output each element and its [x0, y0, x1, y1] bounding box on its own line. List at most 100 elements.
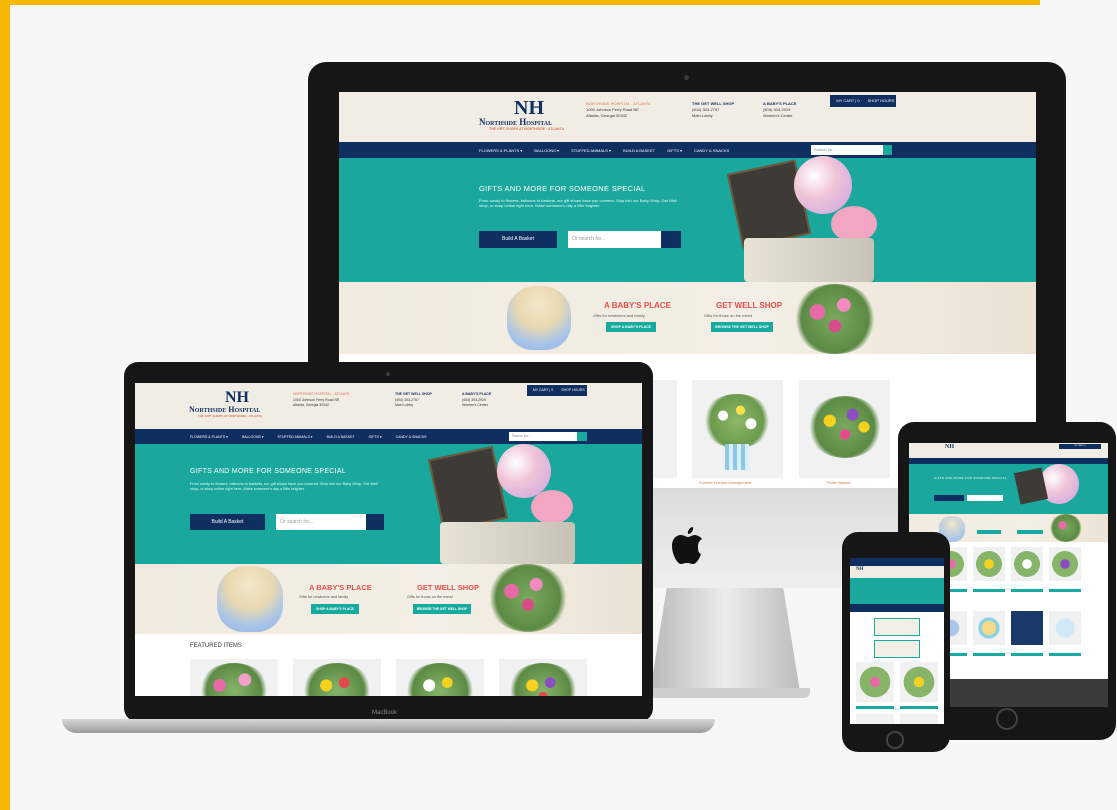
nav-balloons[interactable]: BALLOONS ▾ — [534, 148, 559, 153]
gift-basket-image — [744, 238, 874, 282]
phone-product-4[interactable] — [900, 714, 938, 724]
nav-flowers[interactable]: FLOWERS & PLANTS ▾ — [190, 435, 228, 439]
hero-title: GIFTS AND MORE FOR SOMEONE SPECIAL — [479, 184, 646, 193]
get-well-sub: Gifts for those on the mend — [704, 313, 753, 318]
mixed-flowers-image — [807, 396, 883, 458]
hero-text: From candy to flowers, balloons to baske… — [190, 482, 378, 492]
build-basket-button[interactable] — [934, 495, 964, 501]
build-basket-button[interactable]: Build A Basket — [479, 231, 557, 248]
nav-gifts[interactable]: GIFTS ▾ — [667, 148, 682, 153]
imac-stand-base — [640, 688, 810, 698]
nav-search-input[interactable]: Search for... — [509, 432, 577, 441]
get-well-place: Main Lobby — [395, 403, 414, 407]
site-header: NH Northside Hospital THE GIFT SHOPS AT … — [135, 383, 642, 429]
phone-product-2[interactable] — [900, 662, 938, 702]
nav-flowers[interactable]: FLOWERS & PLANTS ▾ — [479, 148, 522, 153]
get-well-button[interactable]: BROWSE THE GET WELL SHOP — [711, 322, 773, 332]
home-button-icon[interactable] — [996, 708, 1018, 730]
left-accent-bar — [0, 0, 10, 810]
babys-place-button[interactable]: SHOP A BABY'S PLACE — [606, 322, 656, 332]
laptop-camera — [386, 372, 390, 376]
tablet-product-2[interactable] — [973, 547, 1005, 581]
site-header: NH — [850, 566, 944, 578]
logo-mark[interactable]: NH — [945, 444, 954, 450]
phone-status-bar — [850, 558, 944, 566]
baby-label: A BABY'S PLACE — [462, 392, 492, 396]
baby-info: A BABY'S PLACE (404) 303-2919 Women's Ce… — [763, 101, 796, 119]
nav-build-basket[interactable]: BUILD A BASKET — [327, 435, 355, 439]
phone-screen: NH — [850, 558, 944, 724]
search-icon[interactable] — [577, 432, 587, 441]
nav-stuffed-animals[interactable]: STUFFED ANIMALS ▾ — [278, 435, 313, 439]
shop-hours-button[interactable]: SHOP HOURS — [866, 95, 896, 107]
phone-home-button-icon[interactable] — [886, 731, 904, 749]
laptop-product-1[interactable] — [190, 659, 278, 696]
nav-gifts[interactable]: GIFTS ▾ — [369, 435, 382, 439]
babys-place-sub: Gifts for newborns and family — [299, 595, 349, 599]
nav-stuffed-animals[interactable]: STUFFED ANIMALS ▾ — [571, 148, 611, 153]
hero-search-input[interactable] — [967, 495, 1003, 501]
build-basket-button[interactable]: Build A Basket — [190, 514, 265, 530]
laptop-product-4[interactable] — [499, 659, 587, 696]
baby-info: A BABY'S PLACE (404) 303-2919 Women's Ce… — [462, 392, 491, 409]
get-well-button[interactable]: BROWSE THE GET WELL SHOP — [413, 604, 471, 614]
tablet-product-6[interactable] — [973, 611, 1005, 645]
tablet-product-8[interactable] — [1049, 611, 1081, 645]
flower-arrangement-image — [791, 284, 879, 354]
hero-section: GIFTS AND MORE FOR SOMEONE SPECIAL From … — [339, 156, 1036, 282]
get-well-info: THE GET WELL SHOP (404) 303-2757 Main Lo… — [692, 101, 734, 119]
location-info: NORTHSIDE HOSPITAL - ATLANTA 1000 Johnso… — [586, 101, 651, 119]
hero-section: GIFTS AND MORE FOR SOMEONE SPECIAL From … — [135, 444, 642, 564]
cart-button[interactable]: MY CART | 0 — [527, 385, 559, 396]
tablet-product-4[interactable] — [1049, 547, 1081, 581]
product-caption-2[interactable]: Petite Basket — [827, 480, 851, 485]
hero-title: GIFTS AND MORE FOR SOMEONE SPECIAL — [190, 468, 347, 475]
hero-search-input[interactable]: Or search for... — [568, 231, 661, 248]
get-well-sub: Gifts for those on the mend — [407, 595, 453, 599]
imac-stand — [650, 580, 800, 692]
hero-search-icon[interactable] — [661, 231, 681, 248]
hero-search-icon[interactable] — [366, 514, 384, 530]
pink-bear-image — [831, 206, 877, 242]
main-nav: FLOWERS & PLANTS ▾ BALLOONS ▾ STUFFED AN… — [339, 142, 1036, 158]
hero-text: From candy to flowers, balloons to baske… — [479, 198, 677, 209]
get-well-button[interactable] — [1017, 530, 1043, 534]
product-caption-1[interactable]: Forever Friends Arrangement — [699, 480, 751, 485]
logo-mark[interactable]: NH — [856, 567, 864, 572]
babys-place-sub: Gifts for newborns and family — [593, 313, 645, 318]
laptop-screen: NH Northside Hospital THE GIFT SHOPS AT … — [135, 383, 642, 696]
imac-product-3[interactable] — [799, 380, 890, 478]
nav-build-basket[interactable]: BUILD A BASKET — [623, 148, 655, 153]
laptop-product-2[interactable] — [293, 659, 381, 696]
search-icon[interactable] — [883, 145, 892, 155]
phone-product-1[interactable] — [856, 662, 894, 702]
baby-place: Women's Center — [462, 403, 488, 407]
phone-search-bar[interactable] — [850, 604, 944, 612]
shop-hours-button[interactable]: SHOP HOURS — [559, 385, 587, 396]
brave-sign-image — [428, 445, 508, 533]
hero-search-input[interactable]: Or search for... — [276, 514, 366, 530]
teal-strip — [935, 589, 1081, 592]
cart-button[interactable]: MY CART | 0 — [830, 95, 866, 107]
balloon-image — [794, 156, 852, 214]
tablet-product-3[interactable] — [1011, 547, 1043, 581]
logo-tagline: THE GIFT SHOPS AT NORTHSIDE · ATLANTA — [489, 127, 564, 131]
nav-balloons[interactable]: BALLOONS ▾ — [242, 435, 264, 439]
get-well-label: THE GET WELL SHOP — [692, 101, 735, 106]
nav-candy[interactable]: CANDY & SNACKS — [396, 435, 427, 439]
imac-product-2[interactable] — [692, 380, 783, 478]
laptop-base — [62, 719, 715, 733]
babys-place-button[interactable]: SHOP A BABY'S PLACE — [311, 604, 359, 614]
address-line2: Atlanta, Georgia 30342 — [293, 403, 329, 407]
tablet-product-7[interactable] — [1011, 611, 1043, 645]
imac-camera — [684, 75, 689, 80]
nav-search-input[interactable]: Search for... — [811, 145, 883, 155]
white-flowers-image — [404, 663, 476, 696]
promo-section: A BABY'S PLACE Gifts for newborns and fa… — [135, 564, 642, 634]
phone-product-3[interactable] — [856, 714, 894, 724]
cart-button[interactable]: MY CART | 0 — [1059, 444, 1101, 449]
babys-place-button[interactable] — [977, 530, 1001, 534]
nav-candy[interactable]: CANDY & SNACKS — [694, 148, 729, 153]
laptop-product-3[interactable] — [396, 659, 484, 696]
yellow-flowers-image — [301, 663, 373, 696]
